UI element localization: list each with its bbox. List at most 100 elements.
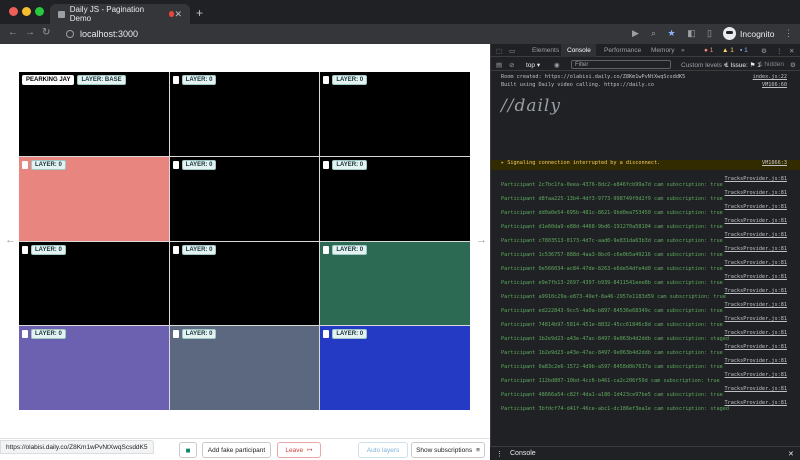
console-source-link[interactable]: TracksProvider.js:81 [725,232,787,238]
close-devtools-icon[interactable]: ✕ [789,47,794,55]
console-message[interactable]: Participant 48666a54-c82f-4da1-a180-1d42… [491,386,800,398]
zoom-icon[interactable]: ⌕ [648,28,659,39]
error-count[interactable]: ● 1 [704,47,713,54]
tile-checkbox[interactable] [323,76,330,84]
camera-toggle-button[interactable]: ■ [179,442,197,458]
prev-page-arrow[interactable]: ← [5,234,16,246]
console-message[interactable]: ▸ Signaling connection interrupted by a … [491,160,800,170]
console-source-link[interactable]: TracksProvider.js:81 [725,372,787,378]
console-source-link[interactable]: VM166:60 [762,82,787,88]
console-message[interactable]: Participant 0e566034-ac84-47de-8263-e6de… [491,260,800,272]
site-info-icon[interactable] [66,30,74,38]
device-toolbar-icon[interactable]: ▭ [509,47,515,55]
devtools-menu-icon[interactable]: ⋮ [776,47,783,55]
minimize-window-button[interactable] [22,7,31,16]
console-source-link[interactable]: TracksProvider.js:81 [725,288,787,294]
tile-checkbox[interactable] [22,330,28,339]
maximize-window-button[interactable] [35,7,44,16]
forward-icon[interactable]: → [25,27,35,38]
console-source-link[interactable]: TracksProvider.js:81 [725,316,787,322]
address-bar[interactable]: localhost:3000 [60,26,620,42]
drawer-tab-console[interactable]: Console [510,450,536,457]
sidebar-toggle-icon[interactable]: ▤ [496,61,502,69]
console-message[interactable]: Participant e9e7fb13-2697-4397-b939-8411… [491,274,800,286]
tab-memory[interactable]: Memory [651,47,674,54]
console-message[interactable]: Participant a9910c29a-e873-49ef-8a46-295… [491,288,800,300]
console-message[interactable]: Built using Daily video calling. https:/… [491,82,800,94]
console-message[interactable]: Participant 2c7bc1fa-0eea-4376-8dc2-e846… [491,176,800,188]
profile-button[interactable]: Incognito [723,27,775,40]
more-tabs-icon[interactable]: » [681,47,685,54]
console-message[interactable]: Participant 112bd807-10bd-4cc6-b461-ca2c… [491,372,800,384]
console-source-link[interactable]: TracksProvider.js:81 [725,358,787,364]
console-source-link[interactable]: TracksProvider.js:81 [725,260,787,266]
console-message[interactable]: Participant dd0a0e54-695b-481c-8621-9bd0… [491,204,800,216]
close-drawer-icon[interactable]: ✕ [788,450,794,458]
console-message[interactable]: Participant 3bfdcf74-d41f-46ce-abc1-dc18… [491,400,800,412]
console-source-link[interactable]: TracksProvider.js:81 [725,274,787,280]
next-page-arrow[interactable]: → [476,234,487,246]
inspect-icon[interactable]: ⬚ [496,47,502,55]
drawer-menu-icon[interactable]: ⋮ [496,450,503,458]
tile-checkbox[interactable] [323,160,330,169]
add-fake-participant-button[interactable]: Add fake participant [202,442,271,458]
console-source-link[interactable]: TracksProvider.js:81 [725,246,787,252]
tile-checkbox[interactable] [172,330,179,339]
browser-menu-icon[interactable]: ⋮ [783,28,794,39]
camera-icon[interactable]: ▶ [630,28,641,39]
console-source-link[interactable]: TracksProvider.js:81 [725,176,787,182]
console-source-link[interactable]: TracksProvider.js:81 [725,302,787,308]
issues-button[interactable]: 1 Issue: ⚑ 1 [725,61,761,69]
console-source-link[interactable]: TracksProvider.js:81 [725,218,787,224]
tile-checkbox[interactable] [323,245,330,254]
settings-gear-icon[interactable]: ⚙ [761,47,767,55]
console-settings-icon[interactable]: ⚙ [790,61,796,69]
console-source-link[interactable]: TracksProvider.js:81 [725,344,787,350]
new-tab-button[interactable]: + [196,6,203,20]
console-message[interactable]: Participant 1c536757-888d-4aa3-8bc0-c6e0… [491,246,800,258]
console-source-link[interactable]: TracksProvider.js:81 [725,204,787,210]
console-source-link[interactable]: TracksProvider.js:81 [725,190,787,196]
tile-checkbox[interactable] [22,245,28,254]
console-source-link[interactable]: TracksProvider.js:81 [725,386,787,392]
close-tab-icon[interactable]: ✕ [174,9,182,20]
bookmark-star-icon[interactable]: ★ [666,28,677,39]
tab-console[interactable]: Console [567,47,591,54]
console-message[interactable]: Participant 1b2e9d23-a43e-47ac-8497-9e06… [491,330,800,342]
tile-checkbox[interactable] [172,245,179,254]
console-output[interactable]: //daily Room created: https://olabisi.da… [491,72,800,442]
console-source-link[interactable]: TracksProvider.js:81 [725,400,787,406]
console-message[interactable]: Participant d8faa225-13b4-4df3-9773-9987… [491,190,800,202]
console-filter-input[interactable]: Filter [571,60,671,69]
tile-checkbox[interactable] [172,76,179,84]
console-message[interactable]: Participant c7803513-0173-4d7c-aad0-9e83… [491,232,800,244]
leave-button[interactable]: Leave ↦ [277,442,321,458]
console-message[interactable]: Participant 74814b97-5814-451e-8832-45cc… [491,316,800,328]
extensions-icon[interactable]: ◧ [686,28,697,39]
console-source-link[interactable]: TracksProvider.js:81 [725,330,787,336]
warning-count[interactable]: ▲ 1 [722,47,734,54]
console-message[interactable]: Participant 1b2e9d23-a43e-47ac-8497-9e06… [491,344,800,356]
back-icon[interactable]: ← [8,27,18,38]
reload-icon[interactable]: ↻ [42,27,50,38]
log-levels-dropdown[interactable]: Custom levels ▾ [681,61,727,69]
tile-checkbox[interactable] [22,160,28,169]
console-source-link[interactable]: VM1866:3 [762,160,787,166]
tab-performance[interactable]: Performance [604,47,641,54]
console-message[interactable]: Participant d1e60da9-e88d-4468-9bd6-1912… [491,218,800,230]
console-message[interactable]: Participant ed222843-9cc5-4a0a-b897-8453… [491,302,800,314]
console-source-link[interactable]: index.js:22 [753,74,787,80]
tab-elements[interactable]: Elements [532,47,559,54]
console-message[interactable]: Participant 0a83c2e6-1572-4d9b-a597-8458… [491,358,800,370]
live-expression-icon[interactable]: ◉ [554,61,560,69]
sidepanel-icon[interactable]: ▯ [704,28,715,39]
close-window-button[interactable] [9,7,18,16]
tile-checkbox[interactable] [323,330,330,339]
tile-checkbox[interactable] [172,160,179,169]
show-subscriptions-button[interactable]: Show subscriptions ≡ [411,442,485,458]
clear-console-icon[interactable]: ⊘ [509,61,514,69]
info-count[interactable]: ▪ 1 [740,47,748,54]
browser-tab[interactable]: Daily JS - Pagination Demo ✕ [50,4,190,24]
context-selector[interactable]: top ▾ [526,61,540,69]
auto-layers-button[interactable]: Auto layers [358,442,408,458]
